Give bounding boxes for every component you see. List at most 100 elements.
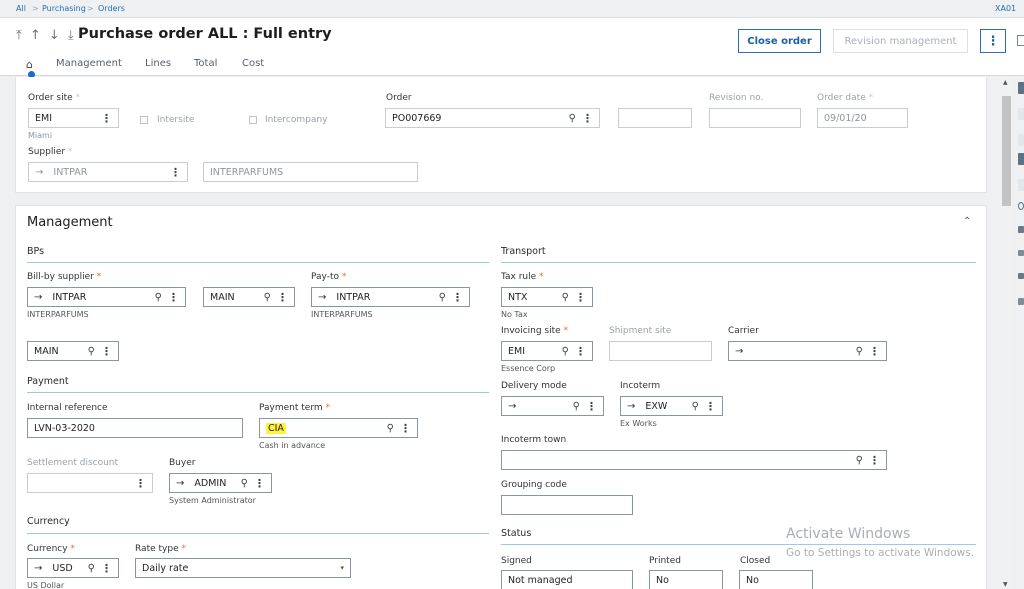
refresh-icon[interactable] xyxy=(1018,202,1024,210)
group-divider xyxy=(501,544,976,545)
carrier-field[interactable]: → ⚲ ⋮ xyxy=(728,341,887,361)
buyer-field[interactable]: → ADMIN ⚲ ⋮ xyxy=(169,473,272,493)
incoterm-town-label: Incoterm town xyxy=(501,435,567,445)
field-text: USD xyxy=(52,562,73,574)
bps-group-title: BPs xyxy=(27,246,45,257)
currency-field[interactable]: → USD ⚲ ⋮ xyxy=(27,558,119,578)
field-text: PO007669 xyxy=(392,112,442,124)
save-icon[interactable] xyxy=(1018,108,1024,120)
arrow-right-icon: → xyxy=(35,166,44,178)
intercompany-label: Intercompany xyxy=(265,115,328,125)
bill-by-address-field[interactable]: MAIN ⚲ ⋮ xyxy=(203,287,295,307)
tab-lines[interactable]: Lines xyxy=(145,58,171,69)
record-navigation-arrows[interactable]: ⤒ ↑ ↓ ⤓ xyxy=(16,28,76,43)
field-text: EXW xyxy=(645,400,668,412)
required-star: * xyxy=(539,272,544,282)
print-icon[interactable] xyxy=(1018,226,1024,233)
field-text: LVN-03-2020 xyxy=(34,422,95,434)
shipment-site-field[interactable] xyxy=(609,341,712,361)
pay-to-field[interactable]: → INTPAR ⚲ ⋮ xyxy=(311,287,470,307)
order-number-field[interactable]: PO007669 ⚲ ⋮ xyxy=(385,108,600,128)
arrow-right-icon: → xyxy=(627,400,636,412)
search-icon: ⚲ xyxy=(87,345,95,357)
more-actions-button[interactable]: ⋮ xyxy=(980,29,1006,53)
incoterm-town-field[interactable]: ⚲ ⋮ xyxy=(501,450,887,470)
tax-rule-field[interactable]: NTX ⚲ ⋮ xyxy=(501,287,593,307)
collapse-chevron-icon[interactable]: ⌃ xyxy=(963,216,971,227)
windows-activation-watermark-text: Go to Settings to activate Windows. xyxy=(786,547,975,559)
rate-type-label: Rate type * xyxy=(135,544,186,554)
intercompany-checkbox[interactable] xyxy=(249,116,257,124)
intersite-checkbox[interactable] xyxy=(140,116,148,124)
comment-icon[interactable] xyxy=(1018,273,1024,279)
field-text: ADMIN xyxy=(194,477,227,489)
incoterm-field[interactable]: → EXW ⚲ ⋮ xyxy=(620,396,723,416)
search-icon: ⚲ xyxy=(561,345,569,357)
field-text: 09/01/20 xyxy=(824,112,867,124)
attachment-icon[interactable] xyxy=(1018,250,1024,256)
delete-icon[interactable] xyxy=(1018,153,1024,165)
delivery-mode-field[interactable]: → ⚲ ⋮ xyxy=(501,396,604,416)
search-icon: ⚲ xyxy=(87,562,95,574)
bill-by-supplier-field[interactable]: → INTPAR ⚲ ⋮ xyxy=(27,287,186,307)
revision-no-field[interactable] xyxy=(709,108,801,128)
field-text: CIA xyxy=(266,422,387,434)
options-icon: ⋮ xyxy=(277,290,288,304)
options-icon: ⋮ xyxy=(575,344,586,358)
supplier-field[interactable]: → INTPAR ⋮ xyxy=(28,162,188,182)
breadcrumb-purchasing[interactable]: Purchasing xyxy=(42,4,86,13)
payment-term-description: Cash in advance xyxy=(259,441,326,450)
field-text: INTPAR xyxy=(53,166,88,178)
revision-management-button[interactable]: Revision management xyxy=(833,29,968,53)
search-icon: ⚲ xyxy=(568,112,576,124)
scrollbar-thumb[interactable] xyxy=(1002,96,1011,206)
cancel-icon[interactable] xyxy=(1018,179,1024,191)
order-date-field[interactable]: 09/01/20 xyxy=(817,108,908,128)
order-site-field[interactable]: EMI ⋮ xyxy=(28,108,119,128)
pay-to-address-field[interactable]: MAIN ⚲ ⋮ xyxy=(27,341,119,361)
tab-management[interactable]: Management xyxy=(56,58,122,69)
tab-cost[interactable]: Cost xyxy=(242,58,264,69)
breadcrumb-orders[interactable]: Orders xyxy=(98,4,125,13)
signed-label: Signed xyxy=(501,556,532,566)
rate-type-select[interactable]: Daily rate ▾ xyxy=(135,558,351,578)
group-divider xyxy=(27,392,489,393)
add-icon[interactable] xyxy=(1018,82,1024,94)
scroll-up-arrow-icon[interactable]: ▲ xyxy=(1003,79,1008,86)
field-text: INTERPARFUMS xyxy=(210,166,284,178)
invoicing-site-label: Invoicing site * xyxy=(501,326,568,336)
order-label: Order xyxy=(386,93,412,103)
shipment-site-label: Shipment site xyxy=(609,326,672,336)
scroll-down-arrow-icon[interactable]: ▼ xyxy=(1003,581,1008,588)
options-icon: ⋮ xyxy=(400,421,411,435)
breadcrumb-all[interactable]: All xyxy=(16,4,26,13)
search-icon: ⚲ xyxy=(438,291,446,303)
lock-icon[interactable] xyxy=(1018,298,1024,305)
panel-toggle-icon[interactable] xyxy=(1017,35,1024,46)
field-text: NTX xyxy=(508,291,528,303)
currency-group-title: Currency xyxy=(27,516,70,527)
home-tab-icon[interactable]: ⌂ xyxy=(26,58,33,71)
arrow-right-icon: → xyxy=(176,477,185,489)
field-text: Tax rule xyxy=(501,272,537,282)
options-icon: ⋮ xyxy=(135,476,146,490)
close-order-button[interactable]: Close order xyxy=(738,29,821,53)
carrier-label: Carrier xyxy=(728,326,759,336)
page-header: ⤒ ↑ ↓ ⤓ Purchase order ALL : Full entry … xyxy=(0,18,1024,76)
group-divider xyxy=(501,262,976,263)
check-icon[interactable] xyxy=(1018,134,1024,146)
required-star: * xyxy=(67,147,73,157)
grouping-code-label: Grouping code xyxy=(501,480,567,490)
invoicing-site-field[interactable]: EMI ⚲ ⋮ xyxy=(501,341,593,361)
user-code[interactable]: XA01 xyxy=(995,4,1016,13)
bill-by-supplier-description: INTERPARFUMS xyxy=(27,310,89,319)
tab-total[interactable]: Total xyxy=(194,58,217,69)
tax-rule-description: No Tax xyxy=(501,310,528,319)
internal-reference-field[interactable]: LVN-03-2020 xyxy=(27,418,243,438)
settlement-discount-field[interactable]: ⋮ xyxy=(27,473,153,493)
grouping-code-field[interactable] xyxy=(501,495,633,515)
payment-term-field[interactable]: CIA ⚲ ⋮ xyxy=(259,418,418,438)
order-extra-field[interactable] xyxy=(618,108,692,128)
signed-field: Not managed xyxy=(501,570,633,589)
arrow-right-icon: → xyxy=(34,291,43,303)
